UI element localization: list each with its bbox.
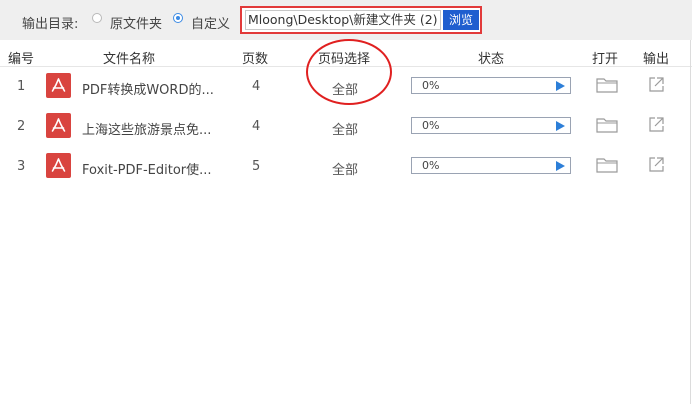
play-icon[interactable] bbox=[556, 121, 565, 131]
header-status: 状态 bbox=[478, 52, 505, 67]
folder-icon[interactable] bbox=[596, 157, 618, 177]
header-num: 编号 bbox=[8, 52, 35, 67]
row-num: 1 bbox=[17, 79, 26, 94]
radio-original-folder[interactable] bbox=[92, 13, 102, 23]
export-icon[interactable] bbox=[648, 76, 665, 97]
output-path-group: Mloong\Desktop\新建文件夹 (2) 浏览 bbox=[240, 6, 482, 34]
radio-original-folder-label[interactable]: 原文件夹 bbox=[110, 13, 162, 32]
output-dir-label: 输出目录: bbox=[22, 17, 79, 32]
header-pages: 页数 bbox=[242, 52, 269, 67]
folder-icon[interactable] bbox=[596, 77, 618, 97]
pdf-icon bbox=[46, 73, 71, 98]
progress-bar: 0% bbox=[411, 77, 571, 94]
output-bar: 输出目录: 原文件夹 自定义 Mloong\Desktop\新建文件夹 (2) … bbox=[0, 0, 692, 40]
row-num: 2 bbox=[17, 119, 26, 134]
page-range-select[interactable]: 全部 bbox=[332, 119, 358, 138]
pdf-icon bbox=[46, 153, 71, 178]
page-range-select[interactable]: 全部 bbox=[332, 159, 358, 178]
table-row: 2 上海这些旅游景点免... 4 全部 0% bbox=[0, 107, 692, 147]
progress-text: 0% bbox=[422, 119, 440, 132]
page-count: 4 bbox=[252, 79, 261, 94]
progress-bar: 0% bbox=[411, 157, 571, 174]
export-icon[interactable] bbox=[648, 116, 665, 137]
page-count: 5 bbox=[252, 159, 261, 174]
header-open: 打开 bbox=[592, 52, 619, 67]
table-row: 3 Foxit-PDF-Editor使... 5 全部 0% bbox=[0, 147, 692, 187]
panel-border bbox=[690, 40, 691, 404]
annotation-circle bbox=[306, 39, 392, 105]
pdf-icon bbox=[46, 113, 71, 138]
radio-custom-folder-label[interactable]: 自定义 bbox=[191, 13, 230, 32]
file-name: Foxit-PDF-Editor使... bbox=[82, 163, 212, 178]
progress-text: 0% bbox=[422, 159, 440, 172]
radio-custom-folder[interactable] bbox=[173, 13, 183, 23]
export-icon[interactable] bbox=[648, 156, 665, 177]
output-path-input[interactable]: Mloong\Desktop\新建文件夹 (2) bbox=[245, 10, 441, 30]
header-file-name: 文件名称 bbox=[103, 52, 156, 67]
folder-icon[interactable] bbox=[596, 117, 618, 137]
progress-text: 0% bbox=[422, 79, 440, 92]
header-export: 输出 bbox=[643, 52, 670, 67]
row-num: 3 bbox=[17, 159, 26, 174]
file-name: PDF转换成WORD的... bbox=[82, 83, 214, 98]
browse-button[interactable]: 浏览 bbox=[443, 10, 479, 30]
progress-bar: 0% bbox=[411, 117, 571, 134]
file-name: 上海这些旅游景点免... bbox=[82, 123, 212, 138]
play-icon[interactable] bbox=[556, 161, 565, 171]
page-count: 4 bbox=[252, 119, 261, 134]
play-icon[interactable] bbox=[556, 81, 565, 91]
